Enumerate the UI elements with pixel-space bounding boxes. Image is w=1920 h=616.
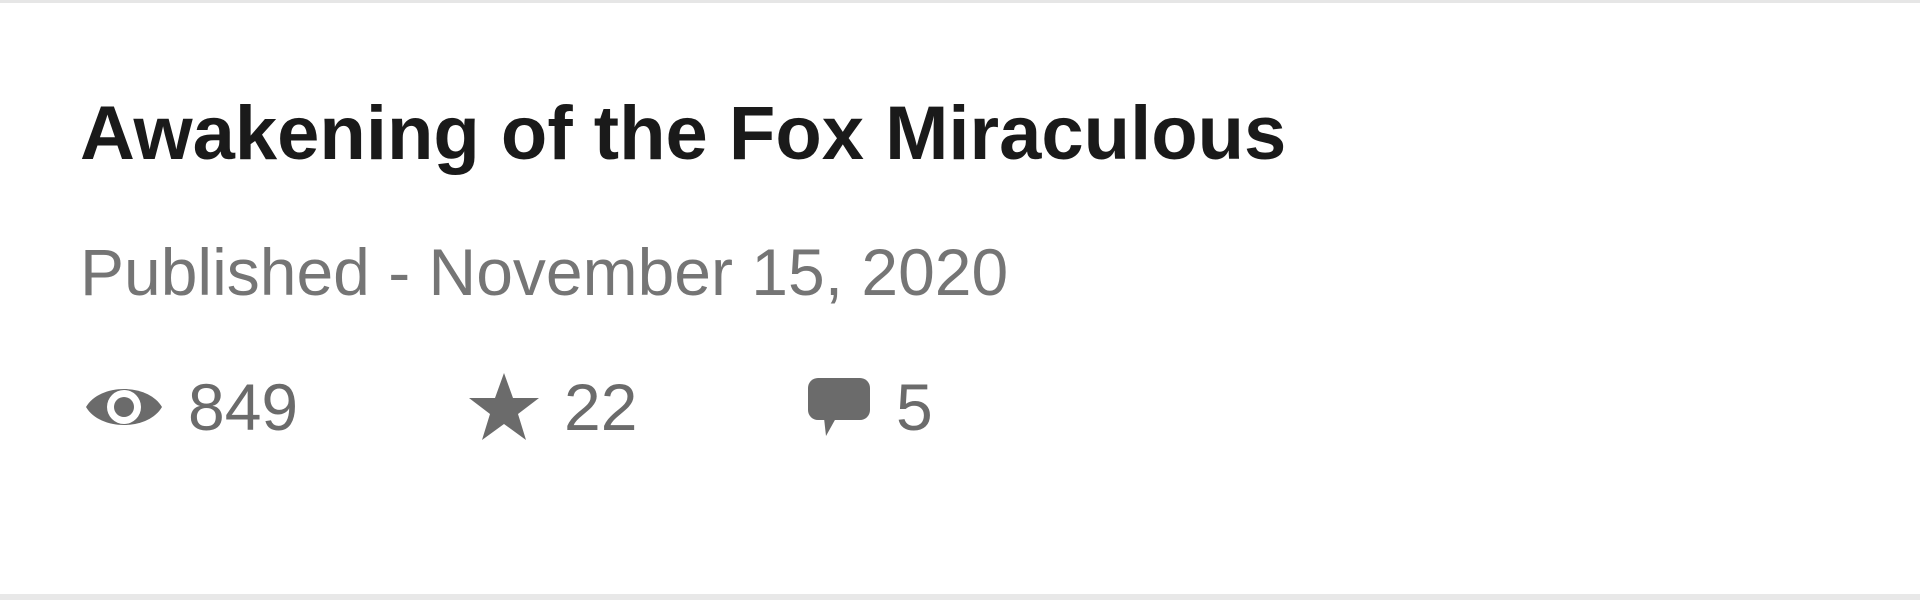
top-divider — [0, 0, 1920, 3]
comment-bubble-icon — [806, 374, 872, 440]
story-list-item[interactable]: Awakening of the Fox Miraculous Publishe… — [0, 0, 1920, 616]
comments-count: 5 — [896, 370, 933, 444]
stars-count: 22 — [564, 370, 638, 444]
views-stat: 849 — [84, 362, 468, 452]
story-title[interactable]: Awakening of the Fox Miraculous — [80, 86, 1286, 182]
story-stats: 849 22 5 — [84, 362, 933, 452]
stars-stat: 22 — [468, 362, 806, 452]
bottom-divider — [0, 594, 1920, 600]
published-date: Published - November 15, 2020 — [80, 235, 1009, 309]
eye-icon — [84, 377, 164, 437]
views-count: 849 — [188, 370, 299, 444]
comments-stat: 5 — [806, 362, 933, 452]
star-icon — [468, 371, 540, 443]
